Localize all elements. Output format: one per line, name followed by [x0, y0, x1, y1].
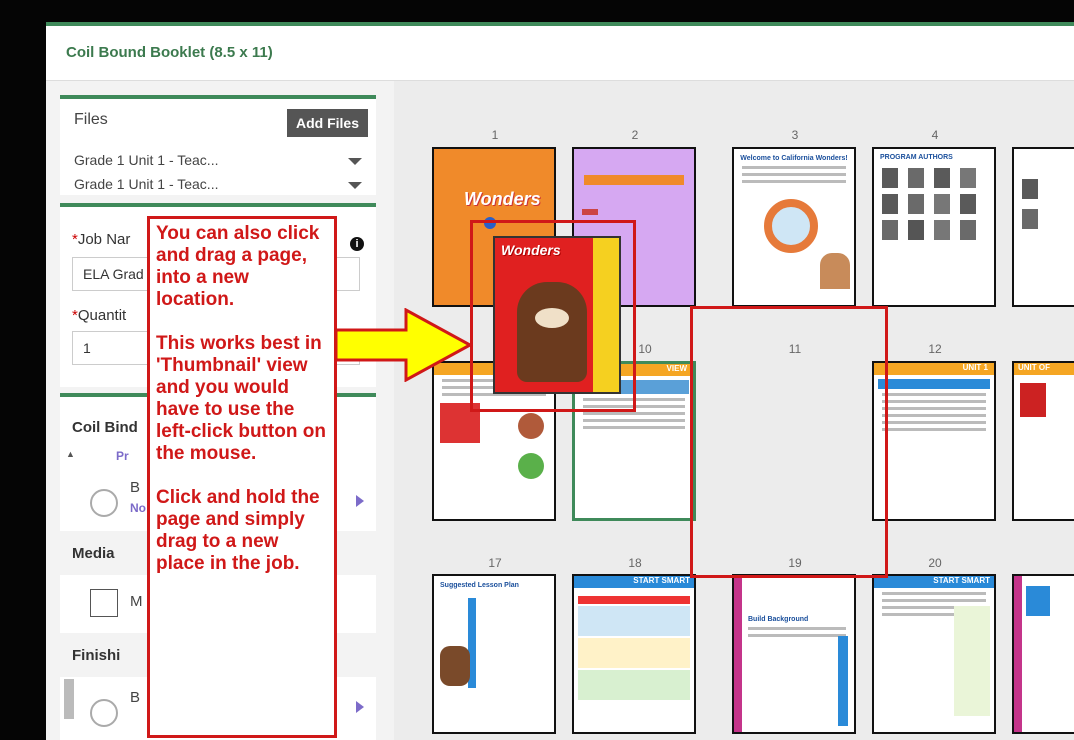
- finishing-radio[interactable]: [90, 699, 118, 727]
- file-1-dropdown-icon[interactable]: [348, 158, 362, 165]
- file-item-1[interactable]: Grade 1 Unit 1 - Teac...: [74, 152, 218, 168]
- file-item-2[interactable]: Grade 1 Unit 1 - Teac...: [74, 176, 218, 192]
- file-2-dropdown-icon[interactable]: [348, 182, 362, 189]
- binding-expand-icon[interactable]: [356, 495, 364, 507]
- finishing-heading: Finishi: [72, 647, 121, 664]
- page-number-18: 18: [628, 556, 642, 570]
- page-number-4: 4: [931, 128, 939, 142]
- page-thumb-4[interactable]: PROGRAM AUTHORS: [872, 147, 996, 307]
- page-thumb-5[interactable]: [1012, 147, 1074, 307]
- page-number-12: 12: [928, 342, 942, 356]
- page-number-20: 20: [928, 556, 942, 570]
- page-number-1: 1: [491, 128, 499, 142]
- dragged-page-thumb[interactable]: Wonders: [493, 236, 621, 394]
- finishing-option-label: B: [130, 689, 141, 706]
- page-number-10: 10: [638, 342, 652, 356]
- instruction-callout: You can also click and drag a page, into…: [147, 216, 337, 738]
- job-name-label: *Job Nar: [72, 231, 131, 248]
- scroll-up-icon[interactable]: ▲: [66, 449, 75, 459]
- page-thumb-21[interactable]: [1012, 574, 1074, 734]
- callout-paragraph-3: Click and hold the page and simply drag …: [156, 487, 320, 574]
- product-title: Coil Bound Booklet (8.5 x 11): [66, 44, 273, 61]
- scrollbar-thumb[interactable]: [64, 679, 74, 719]
- media-heading: Media: [72, 545, 115, 562]
- page-thumb-12[interactable]: UNIT 1: [872, 361, 996, 521]
- page-thumb-17[interactable]: Suggested Lesson Plan: [432, 574, 556, 734]
- quantity-label: *Quantit: [72, 307, 127, 324]
- coil-binding-heading: Coil Bind: [72, 419, 138, 436]
- page-number-2: 2: [631, 128, 639, 142]
- page-thumb-3[interactable]: Welcome to California Wonders!: [732, 147, 856, 307]
- page-thumb-20[interactable]: START SMART: [872, 574, 996, 734]
- page-thumb-19[interactable]: Build Background: [732, 574, 856, 734]
- title-bar: Coil Bound Booklet (8.5 x 11): [46, 26, 1074, 81]
- add-files-button[interactable]: Add Files: [286, 109, 368, 137]
- callout-paragraph-1: You can also click and drag a page, into…: [156, 223, 320, 310]
- page-thumb-13[interactable]: UNIT OF: [1012, 361, 1074, 521]
- page-thumb-18[interactable]: START SMART: [572, 574, 696, 734]
- info-icon[interactable]: i: [350, 237, 364, 251]
- binding-option-sub: No: [130, 501, 146, 515]
- drop-target-highlight: [690, 306, 888, 578]
- arrow-right-icon: [336, 308, 472, 382]
- files-heading: Files: [74, 111, 108, 128]
- finishing-expand-icon[interactable]: [356, 701, 364, 713]
- binding-option-label: B: [130, 479, 141, 496]
- files-panel: Files Add Files Grade 1 Unit 1 - Teac...…: [60, 95, 376, 195]
- media-checkbox[interactable]: [90, 589, 118, 617]
- page-number-17: 17: [488, 556, 502, 570]
- coil-option-sub: Pr: [116, 449, 129, 463]
- callout-paragraph-2: This works best in 'Thumbnail' view and …: [156, 333, 326, 464]
- binding-radio[interactable]: [90, 489, 118, 517]
- media-option-label: M: [130, 593, 143, 610]
- page-number-3: 3: [791, 128, 799, 142]
- dragged-page-title: Wonders: [501, 242, 561, 258]
